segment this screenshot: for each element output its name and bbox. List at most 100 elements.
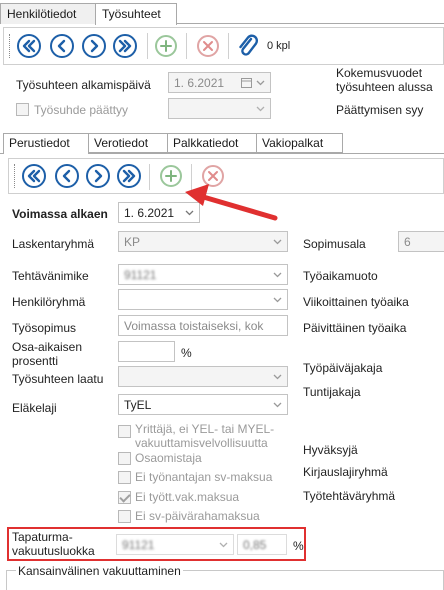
workday-divider-label: Työpäiväjakaja (303, 361, 383, 375)
end-reason-label: Päättymisen syy (336, 103, 424, 117)
contract-label: Työsopimus (12, 321, 77, 335)
start-date-label: Työsuhteen alkamispäivä (16, 78, 151, 92)
toolbar-separator (228, 33, 229, 59)
cost-group-value: KP (124, 235, 141, 249)
no-sv-daily-fee-checkbox[interactable] (118, 510, 131, 523)
add-button[interactable] (155, 35, 177, 57)
quality-select[interactable] (118, 366, 288, 387)
tab-vakiopalkat-label: Vakiopalkat (262, 136, 324, 150)
chevron-down-icon[interactable] (273, 372, 282, 381)
last-record-button[interactable] (113, 34, 137, 58)
chevron-down-icon[interactable] (273, 237, 282, 246)
chevron-down-icon[interactable] (256, 78, 265, 87)
close-icon (203, 41, 213, 51)
part-owner-label: Osaomistaja (135, 451, 202, 465)
tab-verotiedot[interactable]: Verotiedot (88, 133, 168, 153)
tab-vakiopalkat[interactable]: Vakiopalkat (256, 133, 343, 153)
previous-record-button[interactable] (50, 34, 74, 58)
person-group-select[interactable] (118, 289, 288, 310)
weekly-hours-label: Viikoittainen työaika (303, 295, 409, 309)
tab-henkilotiedot-label: Henkilötiedot (7, 7, 77, 21)
cost-group-label: Laskentaryhmä (12, 237, 95, 251)
records-toolbar: 0 kpl (3, 27, 444, 65)
double-chevron-right-icon (122, 169, 136, 183)
chevron-left-icon (57, 39, 66, 53)
entrepreneur-checkbox[interactable] (118, 425, 131, 438)
approver-label: Hyväksyjä (303, 443, 358, 457)
detail-previous-button[interactable] (55, 164, 79, 188)
detail-next-button[interactable] (86, 164, 110, 188)
agreement-label: Sopimusala (303, 237, 366, 251)
tab-verotiedot-label: Verotiedot (94, 136, 149, 150)
part-time-input[interactable] (118, 341, 175, 362)
chevron-right-icon (94, 169, 103, 183)
daily-hours-label: Päivittäinen työaika (303, 321, 407, 335)
agreement-value: 6 (404, 235, 411, 249)
chevron-down-icon[interactable] (273, 295, 282, 304)
no-unemployment-fee-checkbox[interactable] (118, 491, 131, 504)
annotation-arrow (185, 184, 278, 221)
highlight-box (7, 527, 306, 561)
experience-label: Kokemusvuodet työsuhteen alussa (336, 66, 433, 94)
part-time-unit: % (181, 346, 192, 360)
start-date-value: 1. 6.2021 (174, 76, 225, 90)
part-time-label: Osa-aikaisen prosentti (12, 340, 83, 368)
pension-label: Eläkelaji (12, 401, 57, 415)
no-employer-sv-checkbox[interactable] (118, 471, 131, 484)
pension-value: TyEL (124, 398, 152, 412)
contract-select[interactable]: Voimassa toistaiseksi, kok (118, 315, 288, 336)
job-title-select[interactable]: 91121 (118, 264, 288, 285)
valid-from-label: Voimassa alkaen (12, 207, 108, 221)
tab-perustiedot-label: Perustiedot (9, 136, 70, 150)
person-group-label: Henkilöryhmä (12, 295, 86, 309)
hour-divider-label: Tuntijakaja (303, 385, 361, 399)
tab-henkilotiedot[interactable]: Henkilötiedot (0, 3, 96, 24)
toolbar-separator (186, 33, 187, 59)
next-record-button[interactable] (82, 34, 106, 58)
cost-group-select[interactable]: KP (118, 231, 288, 252)
chevron-down-icon[interactable] (273, 400, 282, 409)
quality-label: Työsuhteen laatu (12, 372, 104, 386)
part-owner-checkbox[interactable] (118, 452, 131, 465)
first-record-button[interactable] (17, 34, 41, 58)
job-title-value: 91121 (124, 268, 157, 282)
delete-button[interactable] (197, 35, 219, 57)
toolbar-separator (149, 164, 150, 190)
valid-from-value: 1. 6.2021 (124, 206, 175, 220)
end-date-field[interactable] (168, 98, 271, 119)
posting-group-label: Kirjauslajiryhmä (303, 465, 388, 479)
no-sv-daily-fee-label: Ei sv-päivärahamaksua (135, 509, 260, 523)
tab-tyosuhteet-label: Työsuhteet (102, 7, 161, 21)
worktime-form-label: Työaikamuoto (303, 269, 378, 283)
employment-ends-checkbox[interactable] (16, 103, 29, 116)
plus-icon (160, 40, 172, 52)
main-tab-bar: Henkilötiedot Työsuhteet (0, 0, 444, 25)
paperclip-icon[interactable] (237, 33, 259, 59)
agreement-field[interactable]: 6 (398, 231, 444, 252)
toolbar-grip (9, 34, 11, 58)
tab-palkkatiedot[interactable]: Palkkatiedot (167, 133, 257, 153)
chevron-down-icon[interactable] (256, 104, 265, 113)
tab-tyosuhteet[interactable]: Työsuhteet (95, 3, 177, 25)
sub-tab-bar: Perustiedot Verotiedot Palkkatiedot Vaki… (0, 133, 444, 154)
task-group-label: Työtehtäväryhmä (303, 489, 396, 503)
toolbar-separator (147, 33, 148, 59)
pension-select[interactable]: TyEL (118, 394, 288, 415)
entrepreneur-label: Yrittäjä, ei YEL- tai MYEL-vakuuttamisve… (135, 422, 275, 450)
tab-perustiedot[interactable]: Perustiedot (3, 133, 89, 154)
chevron-left-icon (62, 169, 71, 183)
contract-value: Voimassa toistaiseksi, kok (124, 319, 264, 333)
start-date-field[interactable]: 1. 6.2021 (168, 72, 271, 93)
tab-palkkatiedot-label: Palkkatiedot (173, 136, 239, 150)
intl-insurance-label: Kansainvälinen vakuuttaminen (16, 564, 183, 578)
double-chevron-left-icon (27, 169, 41, 183)
chevron-right-icon (90, 39, 99, 53)
detail-first-button[interactable] (22, 164, 46, 188)
job-title-label: Tehtävänimike (12, 269, 89, 283)
calendar-icon[interactable] (241, 77, 252, 88)
toolbar-grip (14, 164, 16, 188)
no-employer-sv-label: Ei työnantajan sv-maksua (135, 470, 273, 484)
double-chevron-left-icon (22, 39, 36, 53)
detail-last-button[interactable] (117, 164, 141, 188)
chevron-down-icon[interactable] (273, 270, 282, 279)
